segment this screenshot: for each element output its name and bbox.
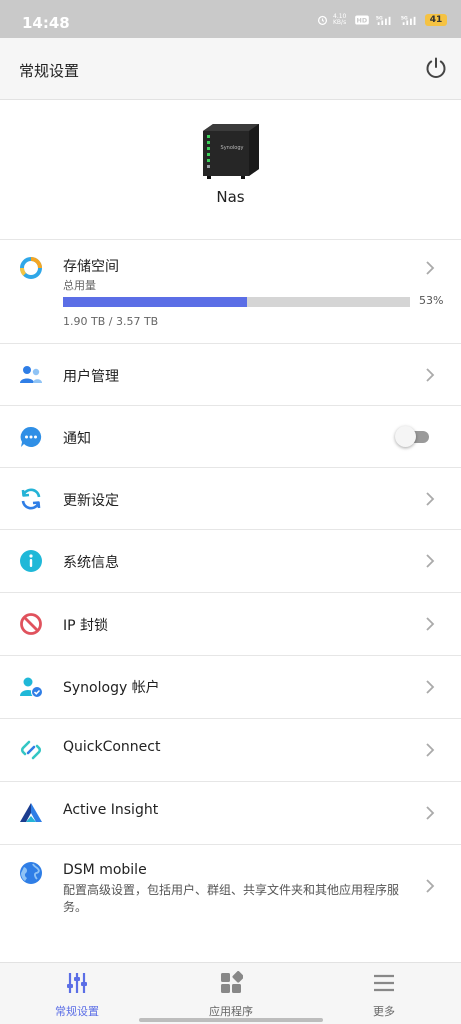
signal-5g-icon-2: 5G — [401, 16, 416, 25]
chevron-right-icon — [426, 261, 435, 275]
link-icon — [20, 740, 42, 760]
device-name: Nas — [216, 188, 245, 206]
storage-progress-bar — [63, 297, 410, 307]
chevron-right-icon — [426, 680, 435, 694]
notification-row[interactable]: 通知 — [0, 406, 461, 468]
storage-sublabel: 总用量 — [63, 279, 96, 292]
svg-text:HD: HD — [357, 17, 368, 24]
ip-block-row[interactable]: IP 封锁 — [0, 593, 461, 656]
tab-more[interactable]: 更多 — [307, 963, 461, 1024]
app-bar: 常规设置 — [0, 38, 461, 100]
dsm-mobile-description: 配置高级设置，包括用户、群组、共享文件夹和其他应用程序服务。 — [63, 883, 400, 914]
chevron-right-icon — [426, 806, 435, 820]
nas-device-icon: Synology — [203, 124, 259, 179]
menu-label: DSM mobile — [63, 862, 147, 878]
tab-applications[interactable]: 应用程序 — [154, 963, 308, 1024]
block-icon — [20, 613, 42, 635]
menu-label: Active Insight — [63, 802, 159, 818]
menu-label: 通知 — [63, 431, 91, 447]
chat-bubble-icon — [20, 426, 42, 447]
quickconnect-row[interactable]: QuickConnect — [0, 719, 461, 782]
chevron-right-icon — [426, 743, 435, 757]
hd-icon: HD — [355, 15, 369, 25]
bottom-tab-bar: 常规设置 应用程序 更多 — [0, 962, 461, 1024]
tab-label: 更多 — [373, 1005, 395, 1018]
menu-label: QuickConnect — [63, 739, 161, 755]
nas-brand-text: Synology — [221, 145, 244, 151]
home-indicator — [139, 1018, 323, 1022]
signal-5g-icon: 5G — [376, 16, 391, 25]
status-bar: 14:48 4.10 KB/s HD 5G 5G 41 — [0, 0, 461, 38]
chevron-right-icon — [426, 492, 435, 506]
apps-grid-icon — [221, 971, 243, 993]
user-management-row[interactable]: 用户管理 — [0, 344, 461, 406]
chevron-right-icon — [426, 879, 435, 893]
battery-icon: 41 — [425, 14, 447, 26]
status-icons: 4.10 KB/s HD 5G 5G 41 — [317, 14, 447, 26]
system-info-row[interactable]: 系统信息 — [0, 530, 461, 593]
device-card: Synology Nas — [0, 100, 461, 240]
storage-row[interactable]: 存储空间 总用量 53% 1.90 TB / 3.57 TB — [0, 240, 461, 344]
storage-usage: 1.90 TB / 3.57 TB — [63, 315, 159, 328]
dsm-mobile-row[interactable]: DSM mobile 配置高级设置，包括用户、群组、共享文件夹和其他应用程序服务… — [0, 845, 461, 925]
chevron-right-icon — [426, 554, 435, 568]
page-title: 常规设置 — [19, 62, 80, 80]
notification-toggle[interactable] — [395, 425, 431, 447]
menu-label: 用户管理 — [63, 369, 119, 385]
menu-icon — [374, 974, 394, 992]
synology-account-row[interactable]: Synology 帐户 — [0, 656, 461, 719]
menu-label: Synology 帐户 — [63, 680, 160, 696]
tab-label: 应用程序 — [209, 1005, 253, 1018]
tab-general-settings[interactable]: 常规设置 — [0, 963, 154, 1024]
tab-label: 常规设置 — [55, 1005, 99, 1018]
sliders-icon — [67, 973, 87, 993]
users-icon — [20, 366, 42, 383]
refresh-icon — [21, 488, 41, 510]
storage-label: 存储空间 — [63, 259, 119, 275]
chevron-right-icon — [426, 617, 435, 631]
storage-percent: 53% — [419, 294, 444, 307]
chevron-right-icon — [426, 368, 435, 382]
network-speed: 4.10 KB/s — [333, 13, 347, 26]
power-icon[interactable] — [424, 56, 448, 80]
active-insight-icon — [20, 803, 42, 822]
storage-progress-fill — [63, 297, 247, 307]
globe-icon — [20, 862, 42, 884]
menu-label: 更新设定 — [63, 493, 119, 509]
storage-pie-icon — [20, 257, 42, 279]
menu-label: 系统信息 — [63, 555, 119, 571]
info-icon — [20, 550, 42, 572]
update-settings-row[interactable]: 更新设定 — [0, 468, 461, 530]
menu-label: IP 封锁 — [63, 618, 109, 634]
status-time: 14:48 — [22, 14, 70, 32]
alarm-icon — [317, 15, 328, 25]
account-verified-icon — [20, 677, 43, 698]
active-insight-row[interactable]: Active Insight — [0, 782, 461, 845]
toggle-knob — [395, 426, 416, 447]
